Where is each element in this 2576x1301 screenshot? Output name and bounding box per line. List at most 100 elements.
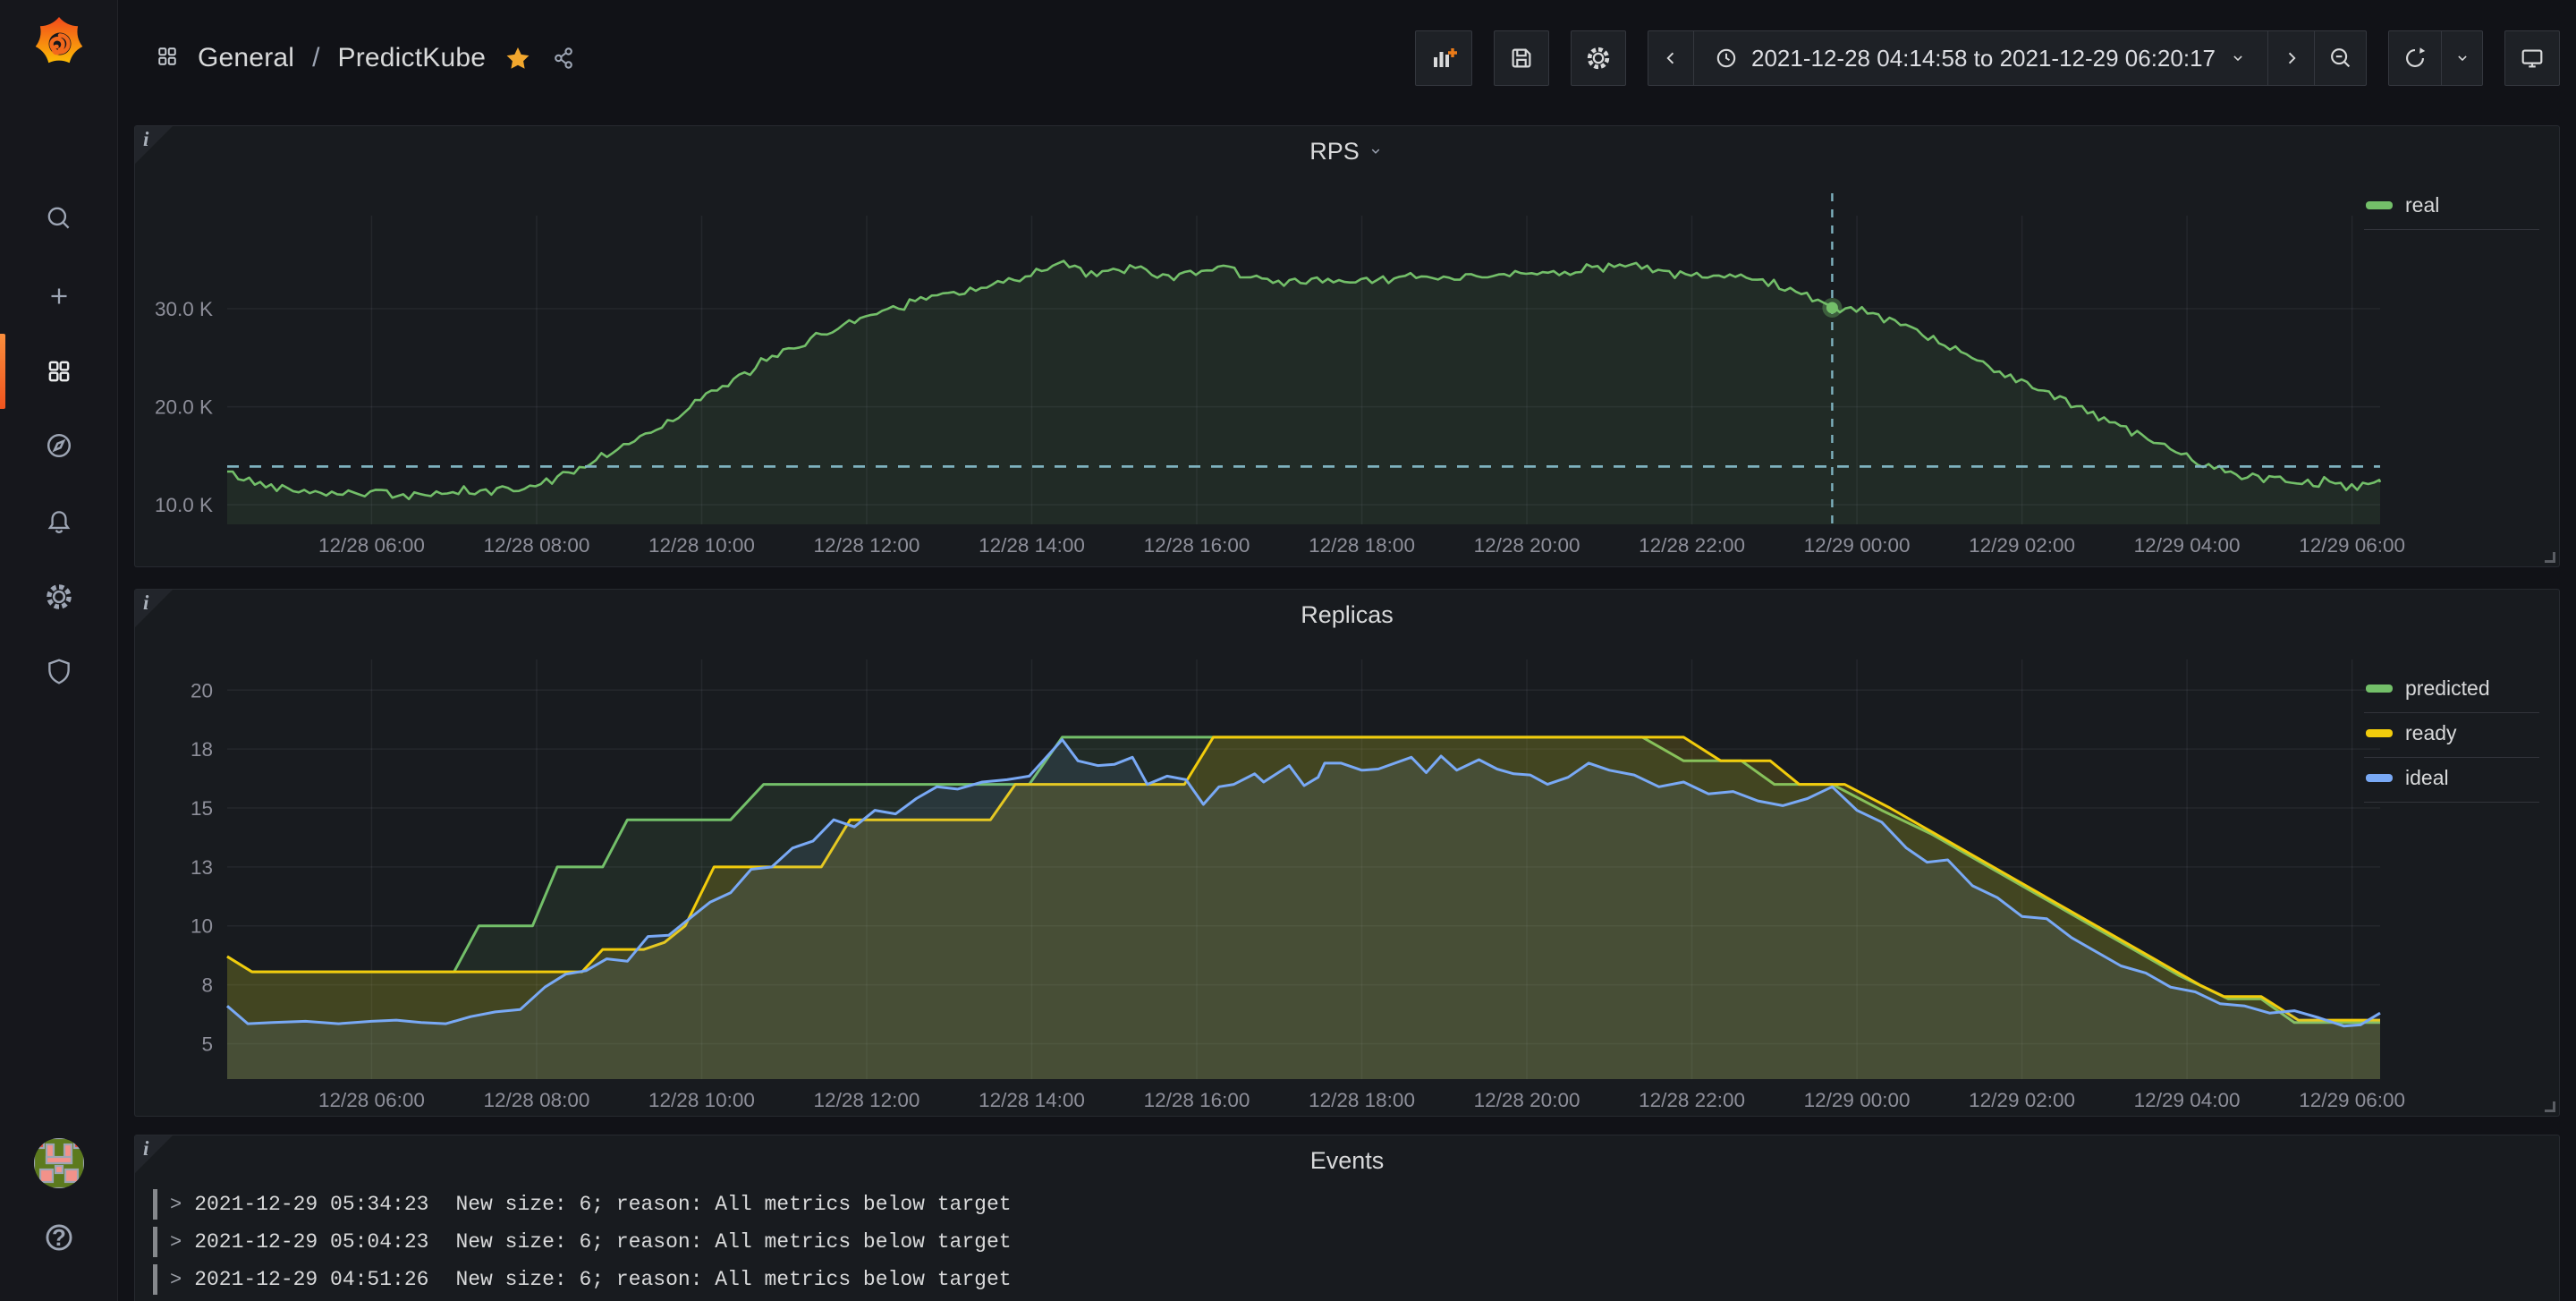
event-message: New size: 6; reason: All metrics below t… xyxy=(455,1230,1011,1254)
svg-text:12/29 02:00: 12/29 02:00 xyxy=(1969,1089,2075,1111)
rps-chart-canvas[interactable]: 12/28 06:00 12/28 08:00 12/28 10:00 12/28 1… xyxy=(135,126,2559,566)
dashboard-header: General / PredictKube xyxy=(119,0,2576,116)
legend-swatch xyxy=(2366,774,2393,782)
svg-text:12/28 22:00: 12/28 22:00 xyxy=(1639,1089,1745,1111)
legend-swatch xyxy=(2366,685,2393,693)
event-timestamp: 2021-12-29 05:04:23 xyxy=(194,1230,428,1254)
legend-label: real xyxy=(2405,193,2439,217)
sidebar-item-alerting[interactable] xyxy=(0,484,118,559)
svg-text:18: 18 xyxy=(191,738,213,761)
svg-text:12/28 20:00: 12/28 20:00 xyxy=(1474,534,1580,557)
share-icon[interactable] xyxy=(550,45,577,72)
legend-item[interactable]: ideal xyxy=(2364,758,2539,803)
breadcrumb-folder[interactable]: General xyxy=(198,43,294,73)
legend-item[interactable]: ready xyxy=(2364,713,2539,758)
panel-header-replicas[interactable]: Replicas xyxy=(135,590,2559,640)
event-log-row[interactable]: >2021-12-29 04:51:26New size: 6; reason:… xyxy=(153,1261,2541,1298)
grafana-logo[interactable] xyxy=(30,11,88,68)
svg-text:12/29 04:00: 12/29 04:00 xyxy=(2134,1089,2241,1111)
event-level-bar xyxy=(153,1264,157,1295)
svg-text:12/29 00:00: 12/29 00:00 xyxy=(1804,1089,1911,1111)
save-icon xyxy=(1508,45,1535,72)
save-dashboard-button[interactable] xyxy=(1494,30,1549,86)
svg-text:5: 5 xyxy=(201,1033,213,1055)
dashboard-settings-button[interactable] xyxy=(1571,30,1626,86)
svg-text:15: 15 xyxy=(191,797,213,820)
svg-text:12/28 14:00: 12/28 14:00 xyxy=(979,1089,1085,1111)
search-icon xyxy=(44,203,74,234)
svg-text:20.0 K: 20.0 K xyxy=(155,396,213,419)
dashboards-grid-icon xyxy=(43,355,75,387)
chevron-right-icon xyxy=(2280,47,2303,70)
time-shift-forward-button[interactable] xyxy=(2268,30,2315,86)
dashboard-grid-icon xyxy=(155,44,180,73)
breadcrumb-dashboard-title[interactable]: PredictKube xyxy=(337,43,486,73)
event-level-bar xyxy=(153,1189,157,1220)
legend-label: ideal xyxy=(2405,766,2449,790)
zoom-out-time-button[interactable] xyxy=(2315,30,2367,86)
kiosk-mode-button[interactable] xyxy=(2504,30,2560,86)
legend-item[interactable]: predicted xyxy=(2364,668,2539,713)
bell-icon xyxy=(44,506,74,537)
event-level-bar xyxy=(153,1227,157,1257)
events-log-list: >2021-12-29 05:34:23New size: 6; reason:… xyxy=(153,1186,2541,1298)
gear-icon xyxy=(1585,45,1612,72)
event-expand-icon[interactable]: > xyxy=(170,1269,182,1291)
refresh-icon xyxy=(2402,45,2428,72)
sidebar-item-search[interactable] xyxy=(0,181,118,256)
sidebar-item-explore[interactable] xyxy=(0,408,118,483)
add-panel-icon xyxy=(1428,43,1459,73)
sidebar-item-server-admin[interactable] xyxy=(0,633,118,709)
avatar xyxy=(34,1138,84,1188)
legend-swatch xyxy=(2366,201,2393,209)
panel-events: i Events >2021-12-29 05:34:23New size: 6… xyxy=(134,1135,2560,1301)
event-expand-icon[interactable]: > xyxy=(170,1194,182,1216)
panel-title: Replicas xyxy=(1301,601,1394,629)
plus-icon xyxy=(44,281,74,311)
event-expand-icon[interactable]: > xyxy=(170,1231,182,1254)
svg-text:12/29 06:00: 12/29 06:00 xyxy=(2299,534,2405,557)
svg-text:12/28 06:00: 12/28 06:00 xyxy=(318,534,425,557)
toolbar: 2021-12-28 04:14:58 to 2021-12-29 06:20:… xyxy=(1415,30,2560,86)
panel-header-rps[interactable]: RPS xyxy=(135,126,2559,176)
svg-text:12/28 22:00: 12/28 22:00 xyxy=(1639,534,1745,557)
svg-text:12/28 14:00: 12/28 14:00 xyxy=(979,534,1085,557)
panel-rps: i RPS 12/28 06:0012/28 08:0012/28 10:001… xyxy=(134,125,2560,567)
refresh-interval-dropdown[interactable] xyxy=(2442,30,2483,86)
chevron-down-icon xyxy=(2453,48,2472,68)
legend-item[interactable]: real xyxy=(2364,185,2539,230)
sidebar-item-profile[interactable] xyxy=(0,1126,118,1201)
help-question-glyph: ? xyxy=(0,1200,118,1275)
time-range-picker-button[interactable]: 2021-12-28 04:14:58 to 2021-12-29 06:20:… xyxy=(1694,30,2268,86)
svg-text:12/28 18:00: 12/28 18:00 xyxy=(1309,1089,1415,1111)
sidebar-item-configuration[interactable] xyxy=(0,559,118,634)
svg-text:13: 13 xyxy=(191,856,213,879)
shield-icon xyxy=(44,656,74,686)
sidebar-item-dashboards[interactable] xyxy=(0,334,118,409)
svg-text:12/28 10:00: 12/28 10:00 xyxy=(648,534,755,557)
panel-resize-handle[interactable] xyxy=(2545,1101,2555,1112)
replicas-chart-canvas[interactable]: 12/28 06:0012/28 08:0012/28 10:0012/28 1… xyxy=(135,590,2559,1116)
replicas-legend: predictedready ideal xyxy=(2364,668,2539,803)
svg-text:12/28 18:00: 12/28 18:00 xyxy=(1309,534,1415,557)
favorite-star-icon[interactable] xyxy=(504,44,532,72)
breadcrumb: General / PredictKube xyxy=(155,0,577,116)
chevron-down-icon xyxy=(2228,48,2248,68)
chevron-left-icon xyxy=(1659,47,1682,70)
time-shift-back-button[interactable] xyxy=(1648,30,1694,86)
svg-text:12/28 08:00: 12/28 08:00 xyxy=(484,534,590,557)
svg-text:12/29 06:00: 12/29 06:00 xyxy=(2299,1089,2405,1111)
event-log-row[interactable]: >2021-12-29 05:34:23New size: 6; reason:… xyxy=(153,1186,2541,1223)
refresh-group xyxy=(2388,30,2483,86)
svg-text:12/28 06:00: 12/28 06:00 xyxy=(318,1089,425,1111)
svg-text:12/28 12:00: 12/28 12:00 xyxy=(814,1089,920,1111)
refresh-dashboard-button[interactable] xyxy=(2388,30,2442,86)
add-panel-button[interactable] xyxy=(1415,30,1472,86)
panel-resize-handle[interactable] xyxy=(2545,552,2555,563)
sidebar-item-create[interactable] xyxy=(0,259,118,334)
svg-text:12/29 04:00: 12/29 04:00 xyxy=(2134,534,2241,557)
sidebar-item-help[interactable]: ? xyxy=(0,1200,118,1275)
event-log-row[interactable]: >2021-12-29 05:04:23 New size: 6; reason:… xyxy=(153,1223,2541,1261)
breadcrumb-separator: / xyxy=(312,43,319,73)
panel-header-events[interactable]: Events xyxy=(135,1135,2559,1186)
